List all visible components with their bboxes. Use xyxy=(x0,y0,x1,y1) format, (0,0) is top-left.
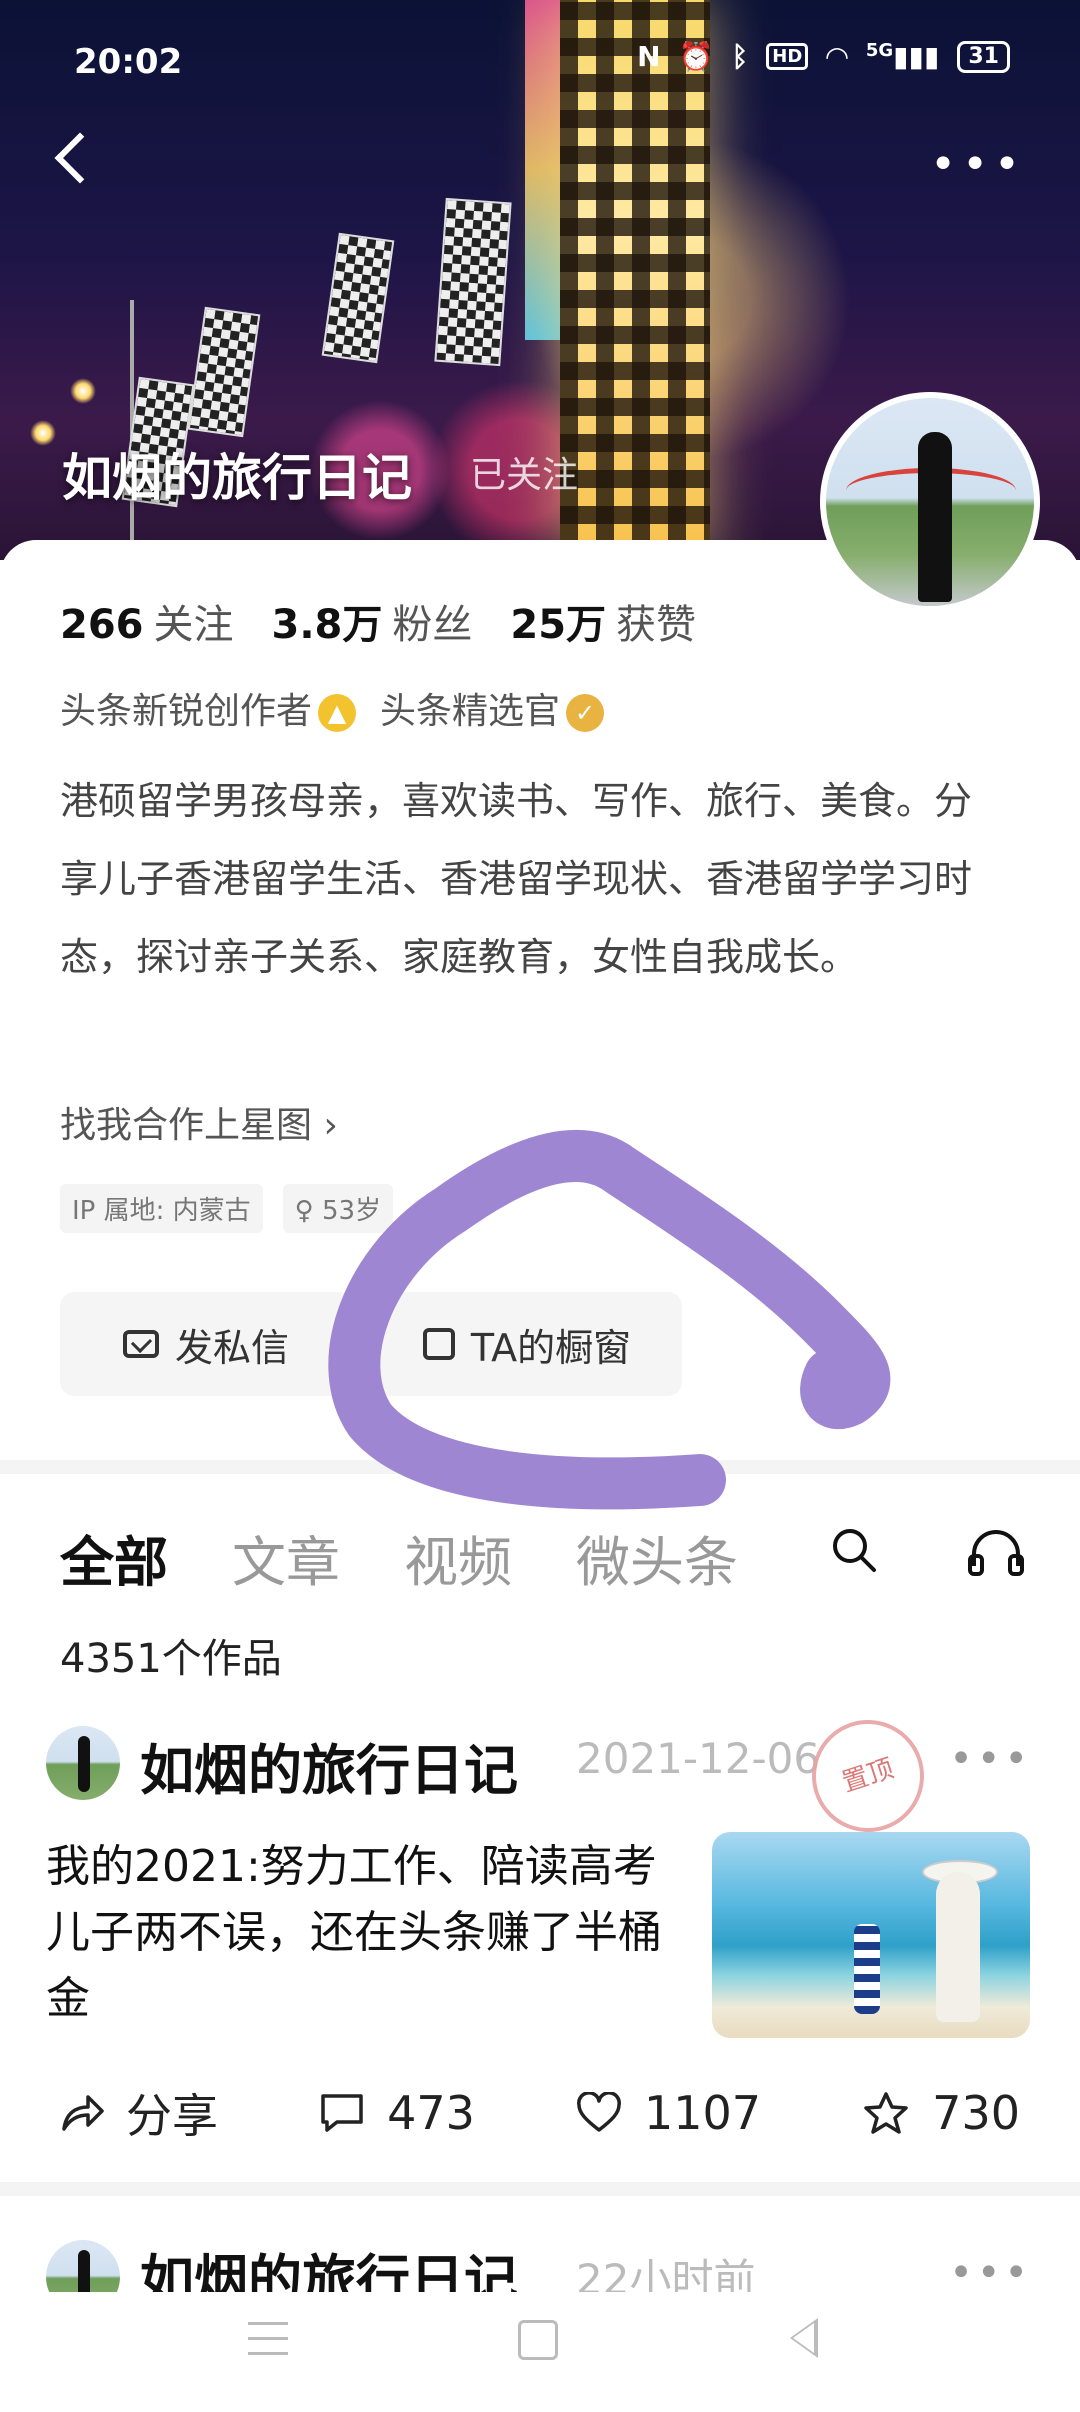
post-title[interactable]: 我的2021:努力工作、陪读高考儿子两不误，还在头条赚了半桶金 xyxy=(46,1834,686,2032)
search-icon[interactable] xyxy=(830,1526,878,1574)
profile-tags: IP 属地: 内蒙古 ♀ 53岁 xyxy=(60,1184,394,1233)
profile-avatar[interactable] xyxy=(820,392,1040,612)
post-more-icon[interactable]: ••• xyxy=(949,2250,1032,2296)
wifi-icon: ◠ xyxy=(826,40,848,73)
post-author-avatar[interactable] xyxy=(46,1726,120,1800)
post-time: 2021-12-06 xyxy=(576,1734,821,1783)
stat-label: 粉丝 xyxy=(392,602,473,648)
more-options-icon[interactable]: ••• xyxy=(930,143,1026,187)
banner-flag xyxy=(187,306,261,438)
stat-value: 266 xyxy=(60,602,144,648)
share-icon xyxy=(62,2095,104,2131)
shop-icon xyxy=(422,1328,455,1360)
post-actions: 分享 473 1107 730 xyxy=(60,2080,1020,2146)
content-tabs: 全部 文章 视频 微头条 xyxy=(60,1518,738,1597)
alarm-icon: ⏰ xyxy=(678,40,714,73)
battery-icon: 31 xyxy=(957,40,1010,73)
shop-window-label: TA的橱窗 xyxy=(470,1325,632,1370)
star-icon xyxy=(864,2092,908,2134)
heart-icon xyxy=(577,2092,621,2132)
tab-micro-posts[interactable]: 微头条 xyxy=(576,1518,738,1597)
headphones-icon[interactable] xyxy=(966,1526,1026,1578)
creator-badges: 头条新锐创作者 ▲ 头条精选官 ✓ xyxy=(60,682,605,734)
badge-label: 头条新锐创作者 xyxy=(60,691,313,732)
recent-apps-icon[interactable] xyxy=(248,2322,288,2356)
favorite-button[interactable]: 730 xyxy=(862,2086,1020,2140)
ip-location-tag: IP 属地: 内蒙古 xyxy=(60,1184,263,1233)
home-icon[interactable] xyxy=(518,2320,558,2360)
banner-flag xyxy=(321,232,395,364)
profile-bio: 港硕留学男孩母亲，喜欢读书、写作、旅行、美食。分享儿子香港留学生活、香港留学现状… xyxy=(60,779,973,979)
stat-followers[interactable]: 3.8万 粉丝 xyxy=(272,592,473,650)
stat-label: 获赞 xyxy=(616,602,697,648)
signal-icon: 5G▮▮▮ xyxy=(865,40,940,73)
tab-articles[interactable]: 文章 xyxy=(232,1518,340,1597)
like-count: 1107 xyxy=(644,2086,762,2140)
badge-new-creator[interactable]: 头条新锐创作者 ▲ xyxy=(60,682,357,734)
status-icons: N ⏰ ᛒ HD ◠ 5G▮▮▮ 31 xyxy=(637,40,1010,73)
thumbnail-mother xyxy=(936,1872,980,2022)
profile-name: 如烟的旅行日记 xyxy=(62,449,412,507)
post-thumbnail[interactable] xyxy=(712,1832,1030,2038)
pinned-stamp: 置顶 xyxy=(797,1705,939,1847)
stat-likes[interactable]: 25万 获赞 xyxy=(510,592,696,650)
back-nav-icon[interactable] xyxy=(790,2318,818,2358)
shop-window-button[interactable]: TA的橱窗 xyxy=(372,1292,682,1396)
banner-lamp xyxy=(30,420,56,446)
cooperation-link[interactable]: 找我合作上星图 › xyxy=(60,1096,338,1148)
share-button[interactable]: 分享 xyxy=(60,2080,218,2146)
comment-count: 473 xyxy=(387,2086,475,2140)
badge-label: 头条精选官 xyxy=(380,691,561,732)
gender-age-tag: ♀ 53岁 xyxy=(282,1184,394,1233)
post-more-icon[interactable]: ••• xyxy=(949,1736,1032,1782)
stat-label: 关注 xyxy=(153,602,234,648)
comment-button[interactable]: 473 xyxy=(319,2086,475,2140)
banner-flag xyxy=(434,197,512,367)
send-message-label: 发私信 xyxy=(174,1325,289,1370)
status-time: 20:02 xyxy=(74,42,183,82)
system-nav-bar xyxy=(0,2292,1080,2412)
like-button[interactable]: 1107 xyxy=(576,2086,761,2140)
network-label: 5G xyxy=(865,40,894,61)
tab-all[interactable]: 全部 xyxy=(60,1518,168,1597)
check-badge-icon: ✓ xyxy=(566,694,605,732)
tab-videos[interactable]: 视频 xyxy=(404,1518,512,1597)
follow-status-button[interactable]: 已关注 xyxy=(470,446,578,498)
thumbnail-child xyxy=(854,1924,880,2014)
hd-icon: HD xyxy=(766,43,809,70)
status-bar: 20:02 N ⏰ ᛒ HD ◠ 5G▮▮▮ 31 xyxy=(0,0,1080,120)
stat-following[interactable]: 266 关注 xyxy=(60,592,234,650)
favorite-count: 730 xyxy=(932,2086,1020,2140)
banner-lamp xyxy=(70,378,96,404)
works-count: 4351个作品 xyxy=(60,1636,282,1682)
profile-card: 266 关注 3.8万 粉丝 25万 获赞 头条新锐创作者 ▲ 头条精选官 ✓ 港硕留学男… xyxy=(0,540,1080,1460)
profile-stats: 266 关注 3.8万 粉丝 25万 获赞 xyxy=(60,592,696,650)
send-message-button[interactable]: 发私信 xyxy=(60,1292,352,1396)
envelope-icon xyxy=(122,1330,159,1358)
badge-curator[interactable]: 头条精选官 ✓ xyxy=(380,682,605,734)
share-label: 分享 xyxy=(126,2089,218,2143)
section-divider xyxy=(0,2182,1080,2196)
stat-value: 25万 xyxy=(510,602,607,648)
section-divider xyxy=(0,1460,1080,1474)
medal-icon: ▲ xyxy=(318,694,357,732)
post-author[interactable]: 如烟的旅行日记 xyxy=(140,1726,518,1805)
avatar-person xyxy=(918,432,952,602)
bluetooth-icon: ᛒ xyxy=(731,40,749,73)
nfc-icon: N xyxy=(637,40,661,73)
comment-icon xyxy=(321,2094,363,2132)
stat-value: 3.8万 xyxy=(271,602,383,648)
